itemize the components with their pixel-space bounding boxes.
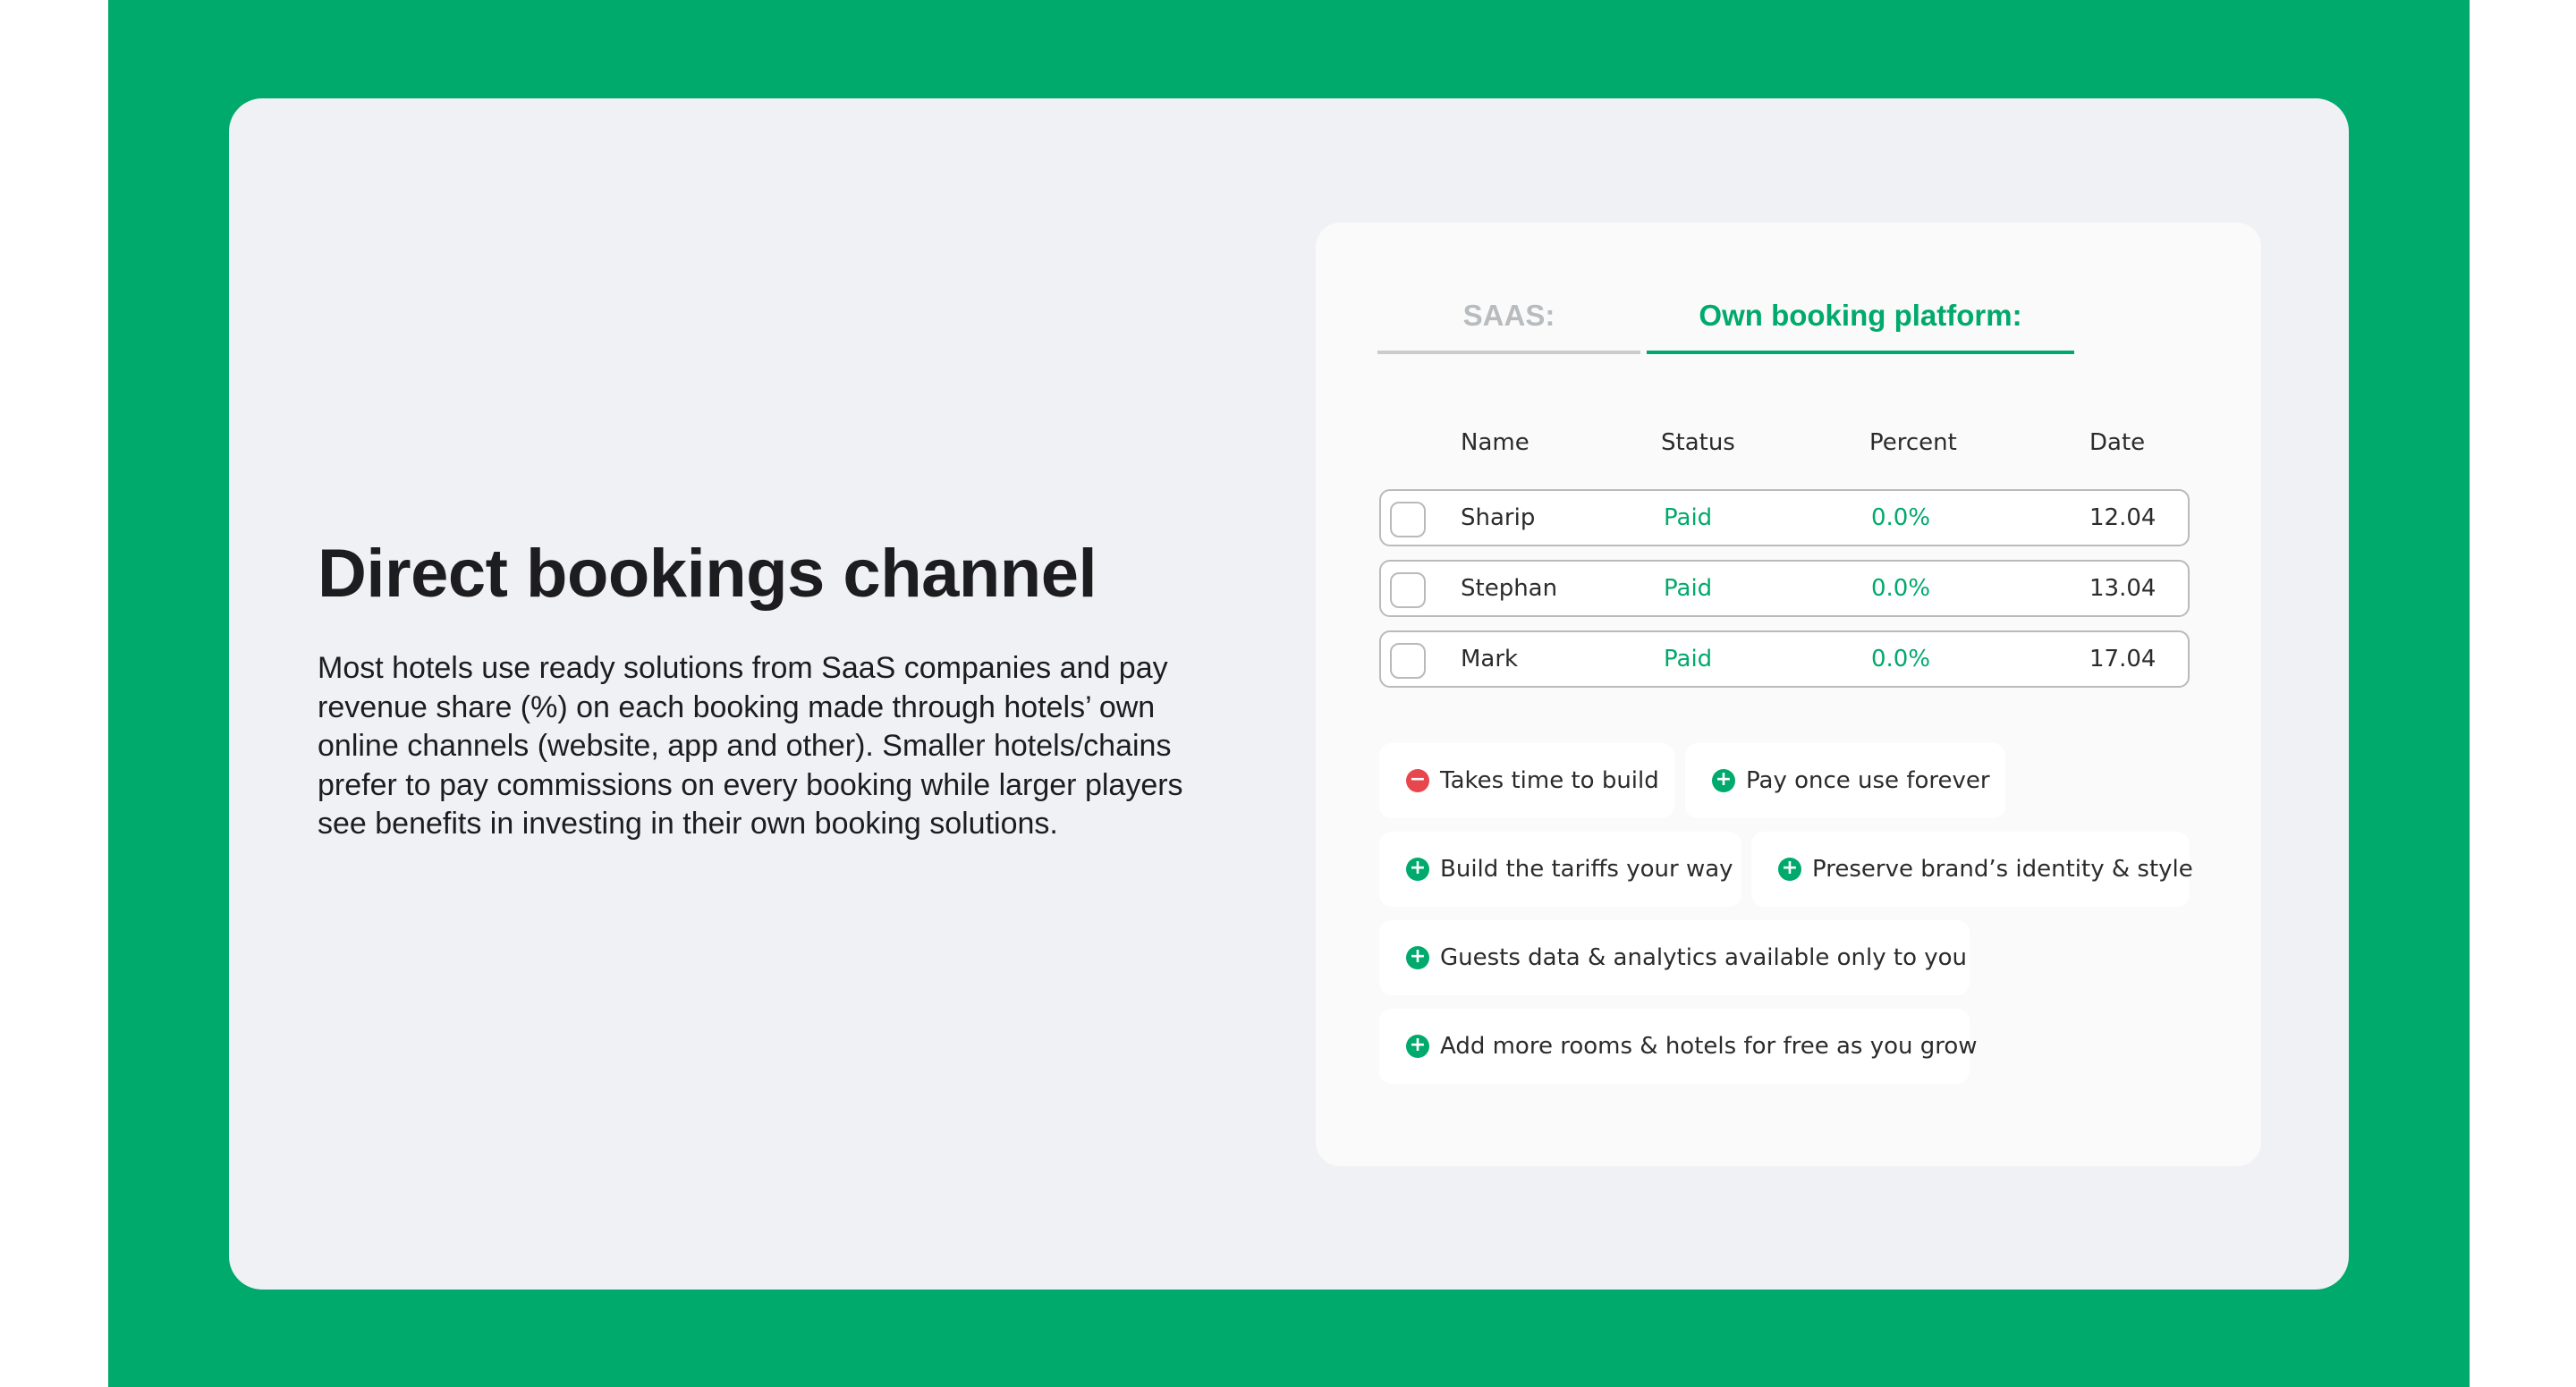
column-header-status: Status: [1661, 429, 1735, 456]
feature-label: Preserve brand’s identity & style: [1812, 856, 2193, 883]
tab-saas[interactable]: SAAS:: [1377, 295, 1640, 354]
feature-chip: + Guests data & analytics available only…: [1379, 920, 1970, 995]
table-row[interactable]: Sharip Paid 0.0% 12.04: [1379, 489, 2190, 546]
row-date: 17.04: [2089, 646, 2157, 672]
page-title: Direct bookings channel: [318, 536, 1097, 612]
description-text: Most hotels use ready solutions from Saa…: [318, 651, 1183, 841]
plus-circle-icon: +: [1712, 768, 1735, 792]
row-date: 13.04: [2089, 575, 2157, 602]
feature-chip: + Build the tariffs your way: [1379, 832, 1741, 907]
table-row[interactable]: Stephan Paid 0.0% 13.04: [1379, 560, 2190, 617]
row-percent: 0.0%: [1871, 646, 1931, 672]
column-header-percent: Percent: [1869, 429, 1957, 456]
tab-own-booking-platform[interactable]: Own booking platform:: [1647, 295, 2074, 354]
row-name: Mark: [1461, 646, 1519, 672]
plus-circle-icon: +: [1406, 857, 1429, 881]
plus-circle-icon: +: [1406, 945, 1429, 969]
feature-label: Pay once use forever: [1746, 767, 1990, 794]
plus-circle-icon: +: [1406, 1034, 1429, 1058]
row-date: 12.04: [2089, 504, 2157, 531]
feature-label: Add more rooms & hotels for free as you …: [1440, 1033, 1978, 1060]
feature-chip: + Add more rooms & hotels for free as yo…: [1379, 1009, 1978, 1084]
row-percent: 0.0%: [1871, 504, 1931, 531]
feature-chip: + Preserve brand’s identity & style: [1751, 832, 2193, 907]
row-name: Stephan: [1461, 575, 1558, 602]
row-checkbox[interactable]: [1390, 643, 1426, 679]
row-checkbox[interactable]: [1390, 572, 1426, 608]
plus-circle-icon: +: [1778, 857, 1801, 881]
row-status: Paid: [1664, 646, 1713, 672]
column-header-name: Name: [1461, 429, 1530, 456]
feature-label: Build the tariffs your way: [1440, 856, 1733, 883]
row-status: Paid: [1664, 575, 1713, 602]
minus-circle-icon: −: [1406, 768, 1429, 792]
row-checkbox[interactable]: [1390, 502, 1426, 537]
feature-chip: + Pay once use forever: [1685, 743, 2005, 818]
row-name: Sharip: [1461, 504, 1536, 531]
row-status: Paid: [1664, 504, 1713, 531]
feature-label: Guests data & analytics available only t…: [1440, 944, 1968, 971]
feature-label: Takes time to build: [1440, 767, 1659, 794]
feature-chip: − Takes time to build: [1379, 743, 1674, 818]
column-header-date: Date: [2089, 429, 2146, 456]
row-percent: 0.0%: [1871, 575, 1931, 602]
table-row[interactable]: Mark Paid 0.0% 17.04: [1379, 630, 2190, 688]
